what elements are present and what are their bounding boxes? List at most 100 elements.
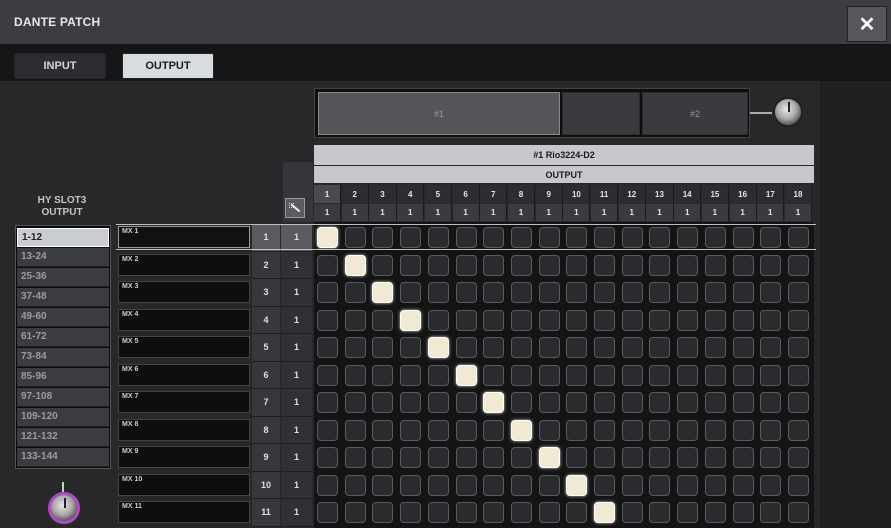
patch-cell[interactable] <box>566 419 588 441</box>
patch-cell[interactable] <box>677 502 699 523</box>
patch-cell[interactable] <box>704 419 726 441</box>
patch-cell[interactable] <box>372 254 394 276</box>
patch-cell[interactable] <box>621 447 643 468</box>
patch-cell[interactable] <box>787 254 809 276</box>
patch-cell[interactable] <box>372 502 394 523</box>
patch-cell[interactable] <box>704 337 726 358</box>
patch-cell[interactable] <box>621 254 643 276</box>
patch-cell[interactable] <box>400 337 422 358</box>
patch-cell[interactable] <box>787 282 809 303</box>
patch-cell[interactable] <box>732 474 754 496</box>
patch-cell[interactable] <box>594 419 615 441</box>
patch-cell[interactable] <box>510 254 532 276</box>
patch-cell[interactable] <box>760 309 782 331</box>
patch-cell[interactable] <box>400 282 422 303</box>
patch-cell[interactable] <box>538 227 560 248</box>
patch-cell[interactable] <box>732 282 754 303</box>
patch-cell[interactable] <box>400 364 422 386</box>
row-name-field[interactable]: MX 2 <box>118 253 250 276</box>
patch-cell[interactable] <box>344 419 366 441</box>
patch-cell[interactable] <box>538 502 560 523</box>
patch-cell[interactable] <box>427 419 449 441</box>
patch-cell[interactable] <box>594 337 615 358</box>
patch-cell-on[interactable] <box>455 364 477 386</box>
slot-range-item[interactable]: 97-108 <box>17 388 109 407</box>
patch-cell[interactable] <box>372 364 394 386</box>
patch-cell[interactable] <box>649 337 671 358</box>
patch-cell[interactable] <box>594 254 615 276</box>
patch-cell[interactable] <box>344 392 366 413</box>
patch-cell[interactable] <box>483 254 505 276</box>
patch-cell[interactable] <box>483 502 505 523</box>
patch-cell[interactable] <box>344 227 366 248</box>
patch-cell[interactable] <box>760 254 782 276</box>
patch-cell[interactable] <box>344 364 366 386</box>
patch-cell[interactable] <box>677 364 699 386</box>
patch-cell[interactable] <box>621 282 643 303</box>
bank-button-1[interactable]: #1 <box>318 92 560 135</box>
slot-range-item[interactable]: 133-144 <box>17 448 109 467</box>
patch-cell[interactable] <box>317 364 338 386</box>
patch-cell[interactable] <box>760 364 782 386</box>
patch-cell[interactable] <box>704 392 726 413</box>
row-name-field[interactable]: MX 8 <box>118 418 250 441</box>
patch-cell[interactable] <box>566 392 588 413</box>
patch-cell[interactable] <box>594 392 615 413</box>
slot-range-item[interactable]: 85-96 <box>17 368 109 387</box>
patch-cell[interactable] <box>400 474 422 496</box>
patch-cell[interactable] <box>344 502 366 523</box>
patch-cell[interactable] <box>732 447 754 468</box>
patch-cell[interactable] <box>594 309 615 331</box>
patch-cell[interactable] <box>344 337 366 358</box>
patch-cell-on[interactable] <box>372 282 394 303</box>
patch-cell[interactable] <box>704 282 726 303</box>
slot-range-item[interactable]: 49-60 <box>17 308 109 327</box>
patch-cell[interactable] <box>649 447 671 468</box>
patch-cell-on[interactable] <box>566 474 588 496</box>
patch-cell[interactable] <box>510 392 532 413</box>
patch-cell[interactable] <box>317 282 338 303</box>
patch-cell[interactable] <box>344 474 366 496</box>
patch-cell[interactable] <box>704 502 726 523</box>
patch-cell[interactable] <box>760 474 782 496</box>
patch-cell[interactable] <box>400 419 422 441</box>
patch-cell[interactable] <box>483 364 505 386</box>
patch-cell[interactable] <box>594 364 615 386</box>
patch-cell-on[interactable] <box>483 392 505 413</box>
bank-button-2[interactable]: #2 <box>642 92 748 135</box>
patch-cell[interactable] <box>566 447 588 468</box>
patch-cell[interactable] <box>538 282 560 303</box>
patch-cell[interactable] <box>732 227 754 248</box>
patch-cell[interactable] <box>649 474 671 496</box>
patch-cell[interactable] <box>760 502 782 523</box>
patch-cell[interactable] <box>787 502 809 523</box>
patch-cell[interactable] <box>317 419 338 441</box>
patch-cell[interactable] <box>400 227 422 248</box>
bank-scroll-knob[interactable] <box>773 97 803 127</box>
patch-cell[interactable] <box>538 309 560 331</box>
patch-cell[interactable] <box>621 364 643 386</box>
patch-cell[interactable] <box>455 309 477 331</box>
patch-cell[interactable] <box>677 282 699 303</box>
patch-cell[interactable] <box>649 392 671 413</box>
patch-cell[interactable] <box>621 337 643 358</box>
patch-cell[interactable] <box>538 364 560 386</box>
patch-cell[interactable] <box>677 227 699 248</box>
slot-scroll-knob[interactable] <box>48 492 80 524</box>
patch-cell[interactable] <box>732 392 754 413</box>
patch-cell[interactable] <box>787 227 809 248</box>
patch-cell[interactable] <box>649 364 671 386</box>
patch-cell-on[interactable] <box>427 337 449 358</box>
patch-cell[interactable] <box>704 254 726 276</box>
patch-cell[interactable] <box>732 364 754 386</box>
patch-cell[interactable] <box>704 227 726 248</box>
patch-cell[interactable] <box>732 254 754 276</box>
patch-cell[interactable] <box>566 254 588 276</box>
patch-cell[interactable] <box>732 419 754 441</box>
patch-cell[interactable] <box>649 309 671 331</box>
patch-cell[interactable] <box>621 392 643 413</box>
patch-cell[interactable] <box>427 227 449 248</box>
row-name-field[interactable]: MX 1 <box>118 226 250 248</box>
patch-cell[interactable] <box>344 447 366 468</box>
patch-cell[interactable] <box>427 309 449 331</box>
